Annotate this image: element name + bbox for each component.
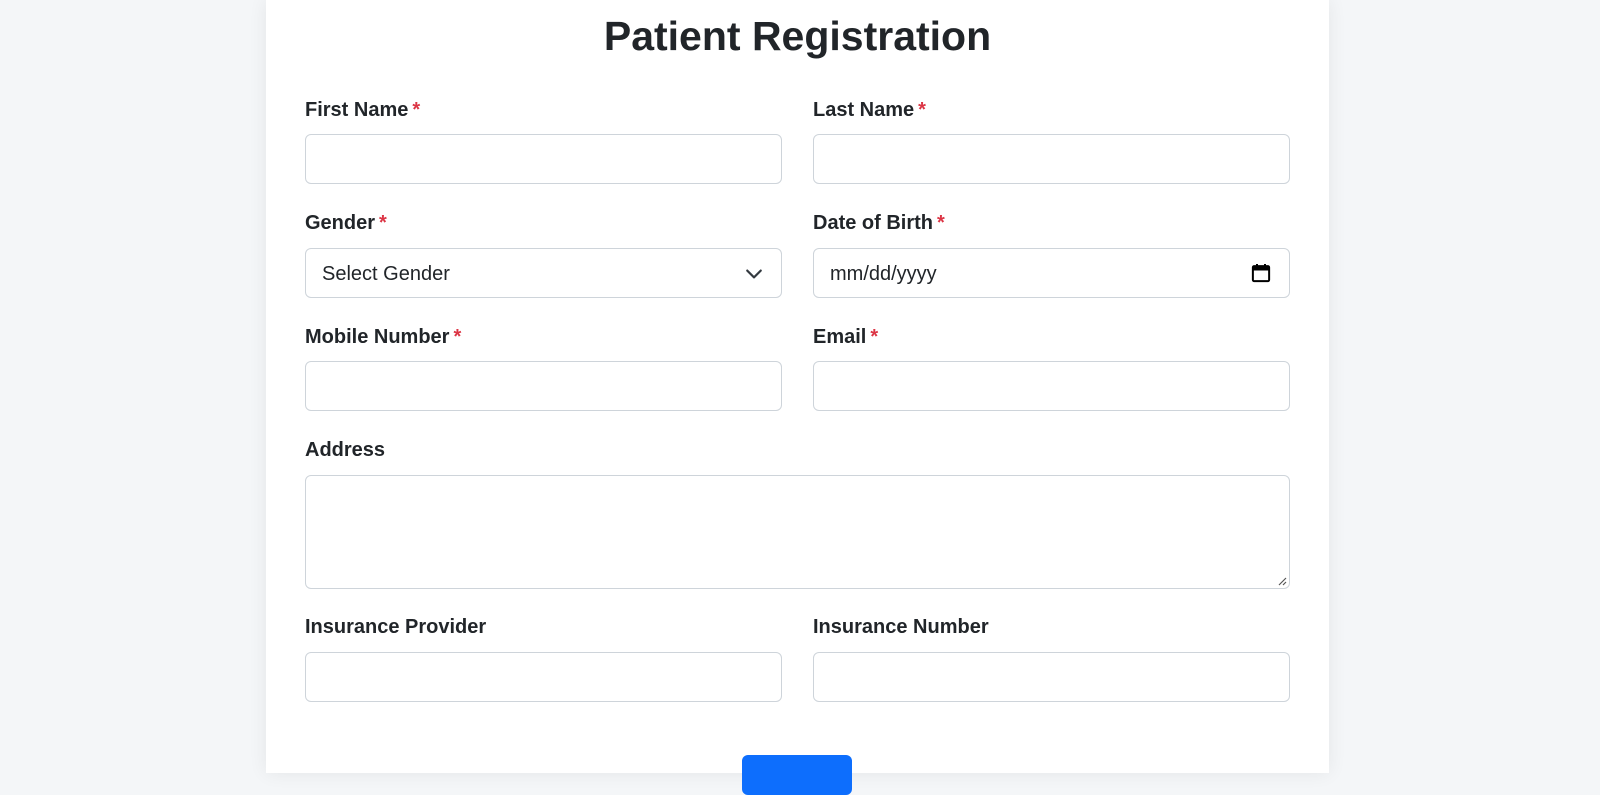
calendar-icon[interactable] — [1251, 263, 1271, 283]
chevron-down-icon — [746, 269, 762, 279]
dob-input[interactable]: mm/dd/yyyy — [813, 248, 1290, 298]
gender-select-value: Select Gender — [322, 263, 450, 285]
required-marker: * — [453, 326, 462, 348]
first-name-input[interactable] — [305, 134, 782, 184]
registration-card: Patient Registration First Name * Last Na… — [266, 0, 1329, 795]
mobile-number-input[interactable] — [305, 361, 782, 411]
address-label: Address — [305, 438, 385, 462]
required-marker: * — [937, 212, 945, 234]
email-label-text: Email — [813, 326, 867, 348]
mobile-number-label: Mobile Number * — [305, 325, 461, 349]
insurance-number-input[interactable] — [813, 652, 1290, 702]
gender-select[interactable]: Select Gender — [305, 248, 782, 298]
last-name-label-text: Last Name — [813, 99, 915, 121]
first-name-label-text: First Name — [305, 99, 409, 121]
email-label: Email * — [813, 325, 878, 349]
dob-label-text: Date of Birth — [813, 212, 933, 234]
address-textarea[interactable] — [305, 475, 1290, 589]
dob-label: Date of Birth * — [813, 211, 945, 235]
insurance-number-label: Insurance Number — [813, 615, 989, 639]
insurance-provider-input[interactable] — [305, 652, 782, 702]
submit-button[interactable] — [742, 755, 852, 795]
email-input[interactable] — [813, 361, 1290, 411]
resize-handle-icon[interactable] — [1275, 574, 1287, 586]
gender-label: Gender * — [305, 211, 387, 235]
required-marker: * — [412, 99, 421, 121]
first-name-label: First Name * — [305, 98, 420, 122]
required-marker: * — [379, 212, 387, 234]
required-marker: * — [918, 99, 926, 121]
last-name-input[interactable] — [813, 134, 1290, 184]
dob-placeholder: mm/dd/yyyy — [830, 263, 937, 285]
gender-label-text: Gender — [305, 212, 376, 234]
page-title: Patient Registration — [603, 13, 992, 59]
required-marker: * — [870, 326, 879, 348]
insurance-number-label-text: Insurance Number — [813, 616, 989, 638]
last-name-label: Last Name * — [813, 98, 926, 122]
address-label-text: Address — [305, 439, 386, 461]
mobile-number-label-text: Mobile Number — [305, 326, 450, 348]
insurance-provider-label-text: Insurance Provider — [305, 616, 487, 638]
insurance-provider-label: Insurance Provider — [305, 615, 486, 639]
